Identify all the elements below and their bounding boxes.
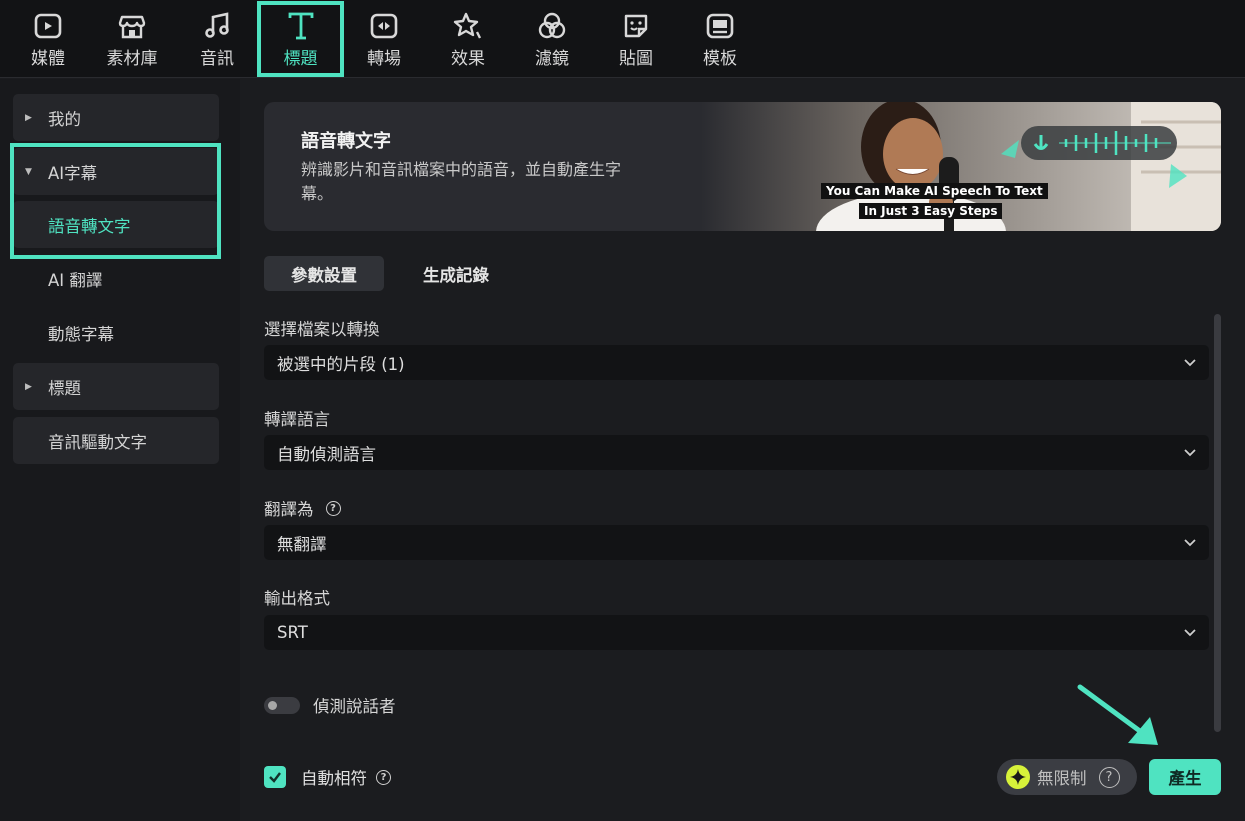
- tab-filters[interactable]: 濾鏡: [532, 0, 572, 78]
- title-t-icon: [285, 10, 317, 42]
- feature-banner: 語音轉文字 辨識影片和音訊檔案中的語音，並自動產生字幕。 You Can Mak…: [264, 102, 1221, 231]
- language-select-value: 自動偵測語言: [277, 444, 376, 464]
- unlimited-label: 無限制: [1037, 769, 1087, 788]
- toggle-knob: [268, 701, 277, 710]
- translate-select-value: 無翻譯: [277, 534, 327, 554]
- sidebar-item-speech-to-text[interactable]: 語音轉文字: [13, 201, 219, 248]
- sidebar-item-label: AI 翻譯: [48, 270, 103, 290]
- tab-label: 媒體: [31, 49, 65, 69]
- tab-titles[interactable]: 標題: [257, 0, 344, 78]
- effects-star-icon: [452, 10, 484, 42]
- auto-match-label: 自動相符: [301, 769, 367, 788]
- auto-match-row: 自動相符 ?: [301, 765, 391, 789]
- sidebar-item-label: 我的: [48, 109, 81, 129]
- sidebar-item-label: 音訊驅動文字: [48, 432, 147, 452]
- tab-label: 濾鏡: [535, 49, 569, 69]
- caret-down-icon: ▼: [25, 166, 32, 177]
- tab-label: 標題: [283, 49, 318, 69]
- unlimited-credits-badge[interactable]: 無限制 ?: [997, 759, 1137, 795]
- sidebar-item-dynamic-captions[interactable]: 動態字幕: [13, 309, 219, 356]
- tab-label: 轉場: [367, 49, 401, 69]
- main-panel: 語音轉文字 辨識影片和音訊檔案中的語音，並自動產生字幕。 You Can Mak…: [240, 79, 1245, 821]
- translate-label-row: 翻譯為 ?: [264, 496, 341, 520]
- tab-label: 效果: [451, 49, 485, 69]
- caret-right-icon: ▶: [25, 381, 32, 392]
- sidebar-item-audio-to-text[interactable]: 音訊驅動文字: [13, 417, 219, 464]
- caret-right-icon: ▶: [25, 112, 32, 123]
- media-icon: [32, 10, 64, 42]
- translate-label: 翻譯為: [264, 500, 314, 519]
- transition-icon: [368, 10, 400, 42]
- pointer-arrow-icon: [1070, 679, 1170, 759]
- scrollbar[interactable]: [1214, 314, 1221, 732]
- translate-select[interactable]: 無翻譯: [264, 525, 1209, 560]
- format-label: 輸出格式: [264, 589, 330, 608]
- sidebar-item-mine[interactable]: ▶ 我的: [13, 94, 219, 141]
- chevron-down-icon: [1184, 449, 1196, 457]
- sidebar-item-ai-translate[interactable]: AI 翻譯: [13, 255, 219, 302]
- tab-history[interactable]: 生成記錄: [396, 256, 516, 291]
- tab-label: 貼圖: [619, 49, 653, 69]
- sidebar-item-ai-captions[interactable]: ▼ AI字幕: [13, 148, 219, 195]
- speaker-detection-toggle[interactable]: [264, 697, 300, 714]
- file-select[interactable]: 被選中的片段 (1): [264, 345, 1209, 380]
- sidebar-item-label: 標題: [48, 378, 81, 398]
- speaker-detection-label: 偵測說話者: [313, 697, 396, 716]
- tab-templates[interactable]: 模板: [700, 0, 740, 78]
- banner-caption-line2: In Just 3 Easy Steps: [859, 203, 1003, 219]
- tab-stock[interactable]: 素材庫: [105, 0, 159, 78]
- sticker-icon: [620, 10, 652, 42]
- tab-parameters[interactable]: 參數設置: [264, 256, 384, 291]
- checkmark-icon: [269, 772, 281, 783]
- ai-spark-icon: [1006, 765, 1030, 789]
- tab-stickers[interactable]: 貼圖: [616, 0, 656, 78]
- language-label: 轉譯語言: [264, 410, 330, 429]
- help-icon[interactable]: ?: [376, 769, 391, 785]
- format-select[interactable]: SRT: [264, 615, 1209, 650]
- sidebar-item-titles[interactable]: ▶ 標題: [13, 363, 219, 410]
- banner-illustration: You Can Make AI Speech To Text In Just 3…: [701, 102, 1221, 231]
- generate-button[interactable]: 產生: [1149, 759, 1221, 795]
- tab-transitions[interactable]: 轉場: [364, 0, 404, 78]
- sidebar-item-label: 語音轉文字: [48, 216, 131, 236]
- file-label: 選擇檔案以轉換: [264, 320, 380, 339]
- chevron-down-icon: [1184, 539, 1196, 547]
- language-select[interactable]: 自動偵測語言: [264, 435, 1209, 470]
- banner-caption-line1: You Can Make AI Speech To Text: [821, 183, 1048, 199]
- format-select-value: SRT: [277, 623, 308, 642]
- chevron-down-icon: [1184, 359, 1196, 367]
- banner-title: 語音轉文字: [301, 131, 391, 152]
- sidebar: ▶ 我的 ▼ AI字幕 語音轉文字 AI 翻譯 動態字幕 ▶ 標題 音訊驅動文字: [0, 79, 240, 821]
- tab-media[interactable]: 媒體: [28, 0, 68, 78]
- banner-description: 辨識影片和音訊檔案中的語音，並自動產生字幕。: [301, 160, 622, 203]
- sidebar-item-label: 動態字幕: [48, 324, 114, 344]
- tab-label: 模板: [703, 49, 737, 69]
- chevron-down-icon: [1184, 629, 1196, 637]
- help-icon[interactable]: ?: [325, 500, 341, 516]
- filter-icon: [536, 10, 568, 42]
- template-icon: [704, 10, 736, 42]
- music-note-icon: [201, 10, 233, 42]
- tab-label: 素材庫: [106, 49, 158, 69]
- file-select-value: 被選中的片段 (1): [277, 354, 405, 374]
- tab-audio[interactable]: 音訊: [197, 0, 237, 78]
- tab-effects[interactable]: 效果: [448, 0, 488, 78]
- help-icon[interactable]: ?: [1098, 766, 1120, 788]
- top-toolbar: 媒體 素材庫 音訊 標題 轉場 效果 濾鏡 貼圖 模板: [0, 0, 1245, 78]
- tab-label: 音訊: [200, 49, 234, 69]
- store-icon: [116, 10, 148, 42]
- sidebar-item-label: AI字幕: [48, 163, 98, 183]
- auto-match-checkbox[interactable]: [264, 766, 286, 788]
